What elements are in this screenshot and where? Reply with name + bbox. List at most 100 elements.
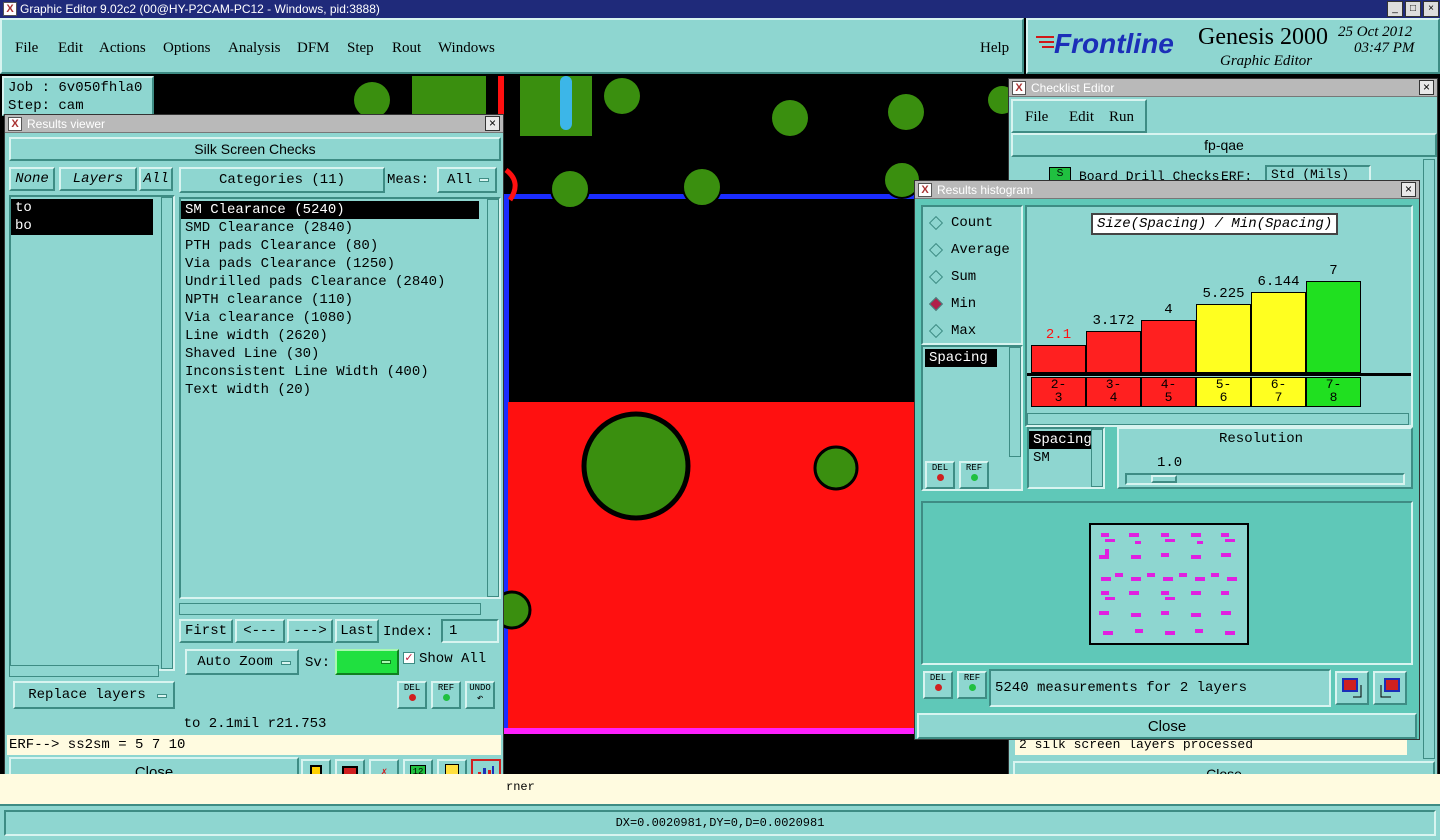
next-button[interactable]: --->	[287, 619, 333, 643]
menu-rout[interactable]: Rout	[392, 40, 421, 57]
histogram-bar[interactable]	[1196, 304, 1251, 373]
chart-hscrollbar[interactable]	[1027, 413, 1409, 425]
bar-value-label: 4	[1164, 302, 1173, 318]
prev-button[interactable]: <---	[235, 619, 285, 643]
menu-analysis[interactable]: Analysis	[228, 40, 281, 57]
radio-diamond-icon	[928, 323, 944, 339]
histogram-bar[interactable]	[1031, 345, 1086, 373]
menu-edit[interactable]: Edit	[58, 40, 83, 57]
mode-average-radio[interactable]: Average	[928, 242, 1010, 258]
param-item-sm[interactable]: SM	[1029, 449, 1091, 467]
bar-value-label: 7	[1329, 263, 1338, 279]
checklist-x-icon: X	[1012, 81, 1026, 95]
layers-hscrollbar[interactable]	[9, 665, 159, 677]
category-item[interactable]: SM Clearance (5240)	[181, 201, 479, 219]
layer-item-to[interactable]: to	[11, 199, 153, 217]
category-item[interactable]: SMD Clearance (2840)	[181, 219, 479, 237]
mode-sum-label: Sum	[951, 269, 977, 285]
histogram-bar[interactable]	[1306, 281, 1361, 373]
mode-count-radio[interactable]: Count	[928, 215, 994, 231]
sv-color-select[interactable]	[335, 649, 399, 675]
hist-del-button[interactable]: DEL	[925, 461, 955, 489]
checklist-scrollbar[interactable]	[1423, 159, 1435, 759]
minimize-icon[interactable]: _	[1387, 1, 1403, 17]
layers-button[interactable]: Layers	[59, 167, 137, 191]
mode-min-radio[interactable]: Min	[928, 296, 976, 312]
last-button[interactable]: Last	[335, 619, 379, 643]
checklist-close-icon[interactable]: ×	[1419, 80, 1434, 95]
maximize-icon[interactable]: □	[1405, 1, 1421, 17]
meas-value: All	[447, 172, 473, 188]
category-item[interactable]: Inconsistent Line Width (400)	[181, 363, 479, 381]
auto-zoom-select[interactable]: Auto Zoom	[185, 649, 299, 675]
category-item[interactable]: Text width (20)	[181, 381, 479, 399]
ref-button[interactable]: REF	[431, 681, 461, 709]
show-all-checkbox[interactable]: ✓	[403, 652, 415, 664]
categories-scrollbar[interactable]	[487, 199, 499, 597]
menu-file[interactable]: File	[15, 40, 38, 57]
replace-layers-select[interactable]: Replace layers	[13, 681, 175, 709]
category-item[interactable]: Via pads Clearance (1250)	[181, 255, 479, 273]
app-x-icon: X	[3, 2, 17, 16]
none-button[interactable]: None	[9, 167, 55, 191]
meas-label: Meas:	[387, 172, 430, 188]
histogram-close-icon[interactable]: ×	[1401, 182, 1416, 197]
category-item[interactable]: Undrilled pads Clearance (2840)	[181, 273, 479, 291]
param-scrollbar[interactable]	[1091, 429, 1103, 487]
mode-radio-group: Count Average Sum Min Max	[921, 205, 1023, 345]
del-button[interactable]: DEL	[397, 681, 427, 709]
menu-options[interactable]: Options	[163, 40, 211, 57]
layers-list: to bo	[9, 195, 175, 671]
checklist-menu-run[interactable]: Run	[1109, 109, 1134, 126]
export-down-icon[interactable]	[1335, 671, 1369, 705]
checklist-menu-file[interactable]: File	[1025, 109, 1048, 126]
categories-hscrollbar[interactable]	[179, 603, 481, 615]
bottom-fragment: rner	[506, 780, 535, 794]
measure-item-spacing[interactable]: Spacing	[925, 349, 997, 367]
histogram-title: Results histogram	[937, 182, 1034, 197]
menu-windows[interactable]: Windows	[438, 40, 495, 57]
all-layers-button[interactable]: All	[139, 167, 173, 191]
resolution-slider-handle[interactable]	[1151, 475, 1177, 483]
histogram-close-button[interactable]: Close	[917, 713, 1417, 739]
chart-title: Size(Spacing) / Min(Spacing)	[1091, 213, 1339, 235]
param-item-spacing[interactable]: Spacing	[1029, 431, 1092, 449]
category-item[interactable]: Line width (2620)	[181, 327, 479, 345]
index-input[interactable]: 1	[441, 619, 499, 643]
categories-list: SM Clearance (5240) SMD Clearance (2840) P…	[179, 197, 501, 599]
close-icon[interactable]: ×	[1423, 1, 1439, 17]
menu-dfm[interactable]: DFM	[297, 40, 330, 57]
bar-value-label: 2.1	[1045, 327, 1072, 343]
bar-value-label: 6.144	[1257, 274, 1300, 290]
menu-actions[interactable]: Actions	[99, 40, 146, 57]
layers-scrollbar[interactable]	[161, 197, 173, 669]
ref-label: REF	[437, 683, 455, 693]
menu-step[interactable]: Step	[347, 40, 374, 57]
bar-value-label: 5.225	[1202, 286, 1245, 302]
category-item[interactable]: NPTH clearance (110)	[181, 291, 479, 309]
histogram-bar[interactable]	[1141, 320, 1196, 373]
resolution-slider[interactable]	[1125, 473, 1405, 485]
results-viewer-close-icon[interactable]: ×	[485, 116, 500, 131]
category-item[interactable]: Via clearance (1080)	[181, 309, 479, 327]
meas-select[interactable]: All	[437, 167, 497, 193]
mode-max-radio[interactable]: Max	[928, 323, 976, 339]
menu-help[interactable]: Help	[980, 40, 1009, 57]
layer-item-bo[interactable]: bo	[11, 217, 153, 235]
category-item[interactable]: PTH pads Clearance (80)	[181, 237, 479, 255]
checklist-menu-edit[interactable]: Edit	[1069, 109, 1094, 126]
mode-sum-radio[interactable]: Sum	[928, 269, 977, 285]
hist-bottom-del-button[interactable]: DEL	[923, 671, 953, 699]
first-button[interactable]: First	[179, 619, 233, 643]
mode-count-label: Count	[951, 215, 994, 231]
job-info-panel: Job : 6v050fhla0 Step: cam	[2, 76, 154, 116]
hist-bottom-ref-button[interactable]: REF	[957, 671, 987, 699]
categories-button[interactable]: Categories (11)	[179, 167, 385, 193]
export-up-icon[interactable]	[1373, 671, 1407, 705]
measure-scrollbar[interactable]	[1009, 347, 1021, 457]
hist-ref-button[interactable]: REF	[959, 461, 989, 489]
category-item[interactable]: Shaved Line (30)	[181, 345, 479, 363]
histogram-bar[interactable]	[1086, 331, 1141, 373]
undo-button[interactable]: UNDO ↶	[465, 681, 495, 709]
histogram-bar[interactable]	[1251, 292, 1306, 373]
